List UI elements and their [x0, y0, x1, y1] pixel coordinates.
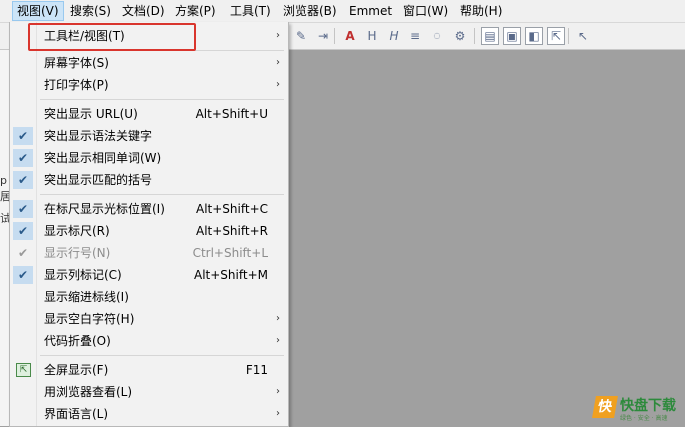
gear-icon[interactable]: ⚙ [451, 27, 469, 45]
menu-separator [40, 99, 284, 100]
checkmark-icon: ✔ [13, 200, 33, 218]
heading-hx-icon[interactable]: H [363, 27, 381, 45]
paint-icon[interactable]: ✎ [292, 27, 310, 45]
menu-item-shortcut: Ctrl+Shift+L [192, 246, 268, 260]
checkmark-icon: ✔ [13, 171, 33, 189]
menu-item-shortcut: F11 [245, 363, 268, 377]
menu-item-show-line-numbers: ✔ 显示行号(N) Ctrl+Shift+L [10, 242, 288, 264]
logo-tagline: 绿色 · 安全 · 高速 [620, 415, 668, 422]
menu-item-shortcut: Alt+Shift+M [194, 268, 268, 282]
align-icon[interactable]: ≡ [406, 27, 424, 45]
menu-help[interactable]: 帮助(H) [456, 2, 506, 20]
menu-item-label: 用浏览器查看(L) [44, 385, 133, 399]
menu-item-label: 突出显示语法关键字 [44, 129, 153, 143]
page-icon[interactable]: ▤ [481, 27, 499, 45]
italic-h-icon[interactable]: H [385, 27, 403, 45]
menu-item-highlight-keywords[interactable]: ✔ 突出显示语法关键字 [10, 125, 288, 147]
checkmark-icon: ✔ [17, 246, 29, 260]
logo-mark-icon: 快 [592, 396, 618, 418]
menu-search[interactable]: 搜索(S) [66, 2, 115, 20]
menu-item-shortcut: Alt+Shift+R [196, 224, 268, 238]
watermark-logo: 快 快盘下载 绿色 · 安全 · 高速 [590, 392, 684, 424]
menu-item-label: 显示行号(N) [44, 246, 111, 260]
chevron-right-icon: › [276, 313, 280, 324]
toolbar-separator [474, 28, 475, 44]
menu-item-label: 界面语言(L) [44, 407, 109, 421]
chevron-right-icon: › [276, 335, 280, 346]
menu-item-label: 代码折叠(O) [44, 334, 111, 348]
menu-item-fullscreen[interactable]: ⇱ 全屏显示(F) F11 [10, 359, 288, 381]
view-menu-dropdown: 工具栏/视图(T) › 屏幕字体(S) › 打印字体(P) › 突出显示 URL… [9, 22, 289, 427]
menu-item-show-ruler[interactable]: ✔ 显示标尺(R) Alt+Shift+R [10, 220, 288, 242]
menu-item-shortcut: Alt+Shift+U [195, 107, 268, 121]
menu-item-screen-font[interactable]: 屏幕字体(S) › [10, 52, 288, 74]
menu-item-show-indent-guides[interactable]: 显示缩进标线(I) [10, 286, 288, 308]
menu-item-highlight-url[interactable]: 突出显示 URL(U) Alt+Shift+U [10, 103, 288, 125]
menu-item-label: 突出显示 URL(U) [44, 107, 138, 121]
highlight-box [28, 23, 196, 51]
menu-item-shortcut: Alt+Shift+C [195, 202, 268, 216]
checkmark-icon: ✔ [13, 266, 33, 284]
toolbar-separator [568, 28, 569, 44]
browser-icon[interactable]: ◧ [525, 27, 543, 45]
menu-document[interactable]: 文档(D) [118, 2, 169, 20]
chevron-right-icon: › [276, 57, 280, 68]
menu-item-interface-language[interactable]: 界面语言(L) › [10, 403, 288, 425]
chevron-right-icon: › [276, 408, 280, 419]
menu-item-highlight-same-word[interactable]: ✔ 突出显示相同单词(W) [10, 147, 288, 169]
insert-column-icon[interactable]: ⇥ [314, 27, 332, 45]
menu-separator [40, 194, 284, 195]
menu-item-label: 显示标尺(R) [44, 224, 110, 238]
logo-name: 快盘下载 [620, 398, 676, 414]
menu-item-label: 全屏显示(F) [44, 363, 109, 377]
menu-item-label: 突出显示相同单词(W) [44, 151, 162, 165]
layout-icon[interactable]: ▣ [503, 27, 521, 45]
chevron-right-icon: › [276, 30, 280, 41]
chevron-right-icon: › [276, 386, 280, 397]
menu-item-code-folding[interactable]: 代码折叠(O) › [10, 330, 288, 352]
menu-item-label: 显示列标记(C) [44, 268, 122, 282]
menu-item-ruler-cursor[interactable]: ✔ 在标尺显示光标位置(I) Alt+Shift+C [10, 198, 288, 220]
menu-item-label: 突出显示匹配的括号 [44, 173, 153, 187]
menu-item-show-column-marker[interactable]: ✔ 显示列标记(C) Alt+Shift+M [10, 264, 288, 286]
menu-item-highlight-brackets[interactable]: ✔ 突出显示匹配的括号 [10, 169, 288, 191]
strip-char: p [0, 174, 7, 187]
menu-bar: 视图(V) 搜索(S) 文档(D) 方案(P) 工具(T) 浏览器(B) Emm… [0, 0, 685, 23]
checkmark-icon: ✔ [13, 149, 33, 167]
fullscreen-icon: ⇱ [16, 363, 31, 377]
menu-item-label: 显示空白字符(H) [44, 312, 135, 326]
menu-browser[interactable]: 浏览器(B) [279, 2, 341, 20]
abc-spellcheck-icon[interactable]: ◌ [428, 27, 446, 45]
menu-item-view-in-browser[interactable]: 用浏览器查看(L) › [10, 381, 288, 403]
menu-item-label: 显示缩进标线(I) [44, 290, 129, 304]
menu-item-label: 在标尺显示光标位置(I) [44, 202, 165, 216]
menu-separator [40, 355, 284, 356]
help-cursor-icon[interactable]: ↖ [574, 27, 592, 45]
menu-item-show-whitespace[interactable]: 显示空白字符(H) › [10, 308, 288, 330]
menu-item-print-font[interactable]: 打印字体(P) › [10, 74, 288, 96]
menu-tools[interactable]: 工具(T) [226, 2, 275, 20]
toolbar-separator [334, 28, 335, 44]
chevron-right-icon: › [276, 79, 280, 90]
checkmark-icon: ✔ [13, 222, 33, 240]
menu-item-label: 打印字体(P) [44, 78, 109, 92]
menu-window[interactable]: 窗口(W) [399, 2, 452, 20]
menu-view[interactable]: 视图(V) [12, 1, 64, 21]
menu-item-label: 屏幕字体(S) [44, 56, 109, 70]
menu-scheme[interactable]: 方案(P) [171, 2, 220, 20]
font-a-icon[interactable]: A [341, 27, 359, 45]
checkmark-icon: ✔ [13, 127, 33, 145]
fullscreen-icon[interactable]: ⇱ [547, 27, 565, 45]
menu-emmet[interactable]: Emmet [345, 2, 396, 20]
